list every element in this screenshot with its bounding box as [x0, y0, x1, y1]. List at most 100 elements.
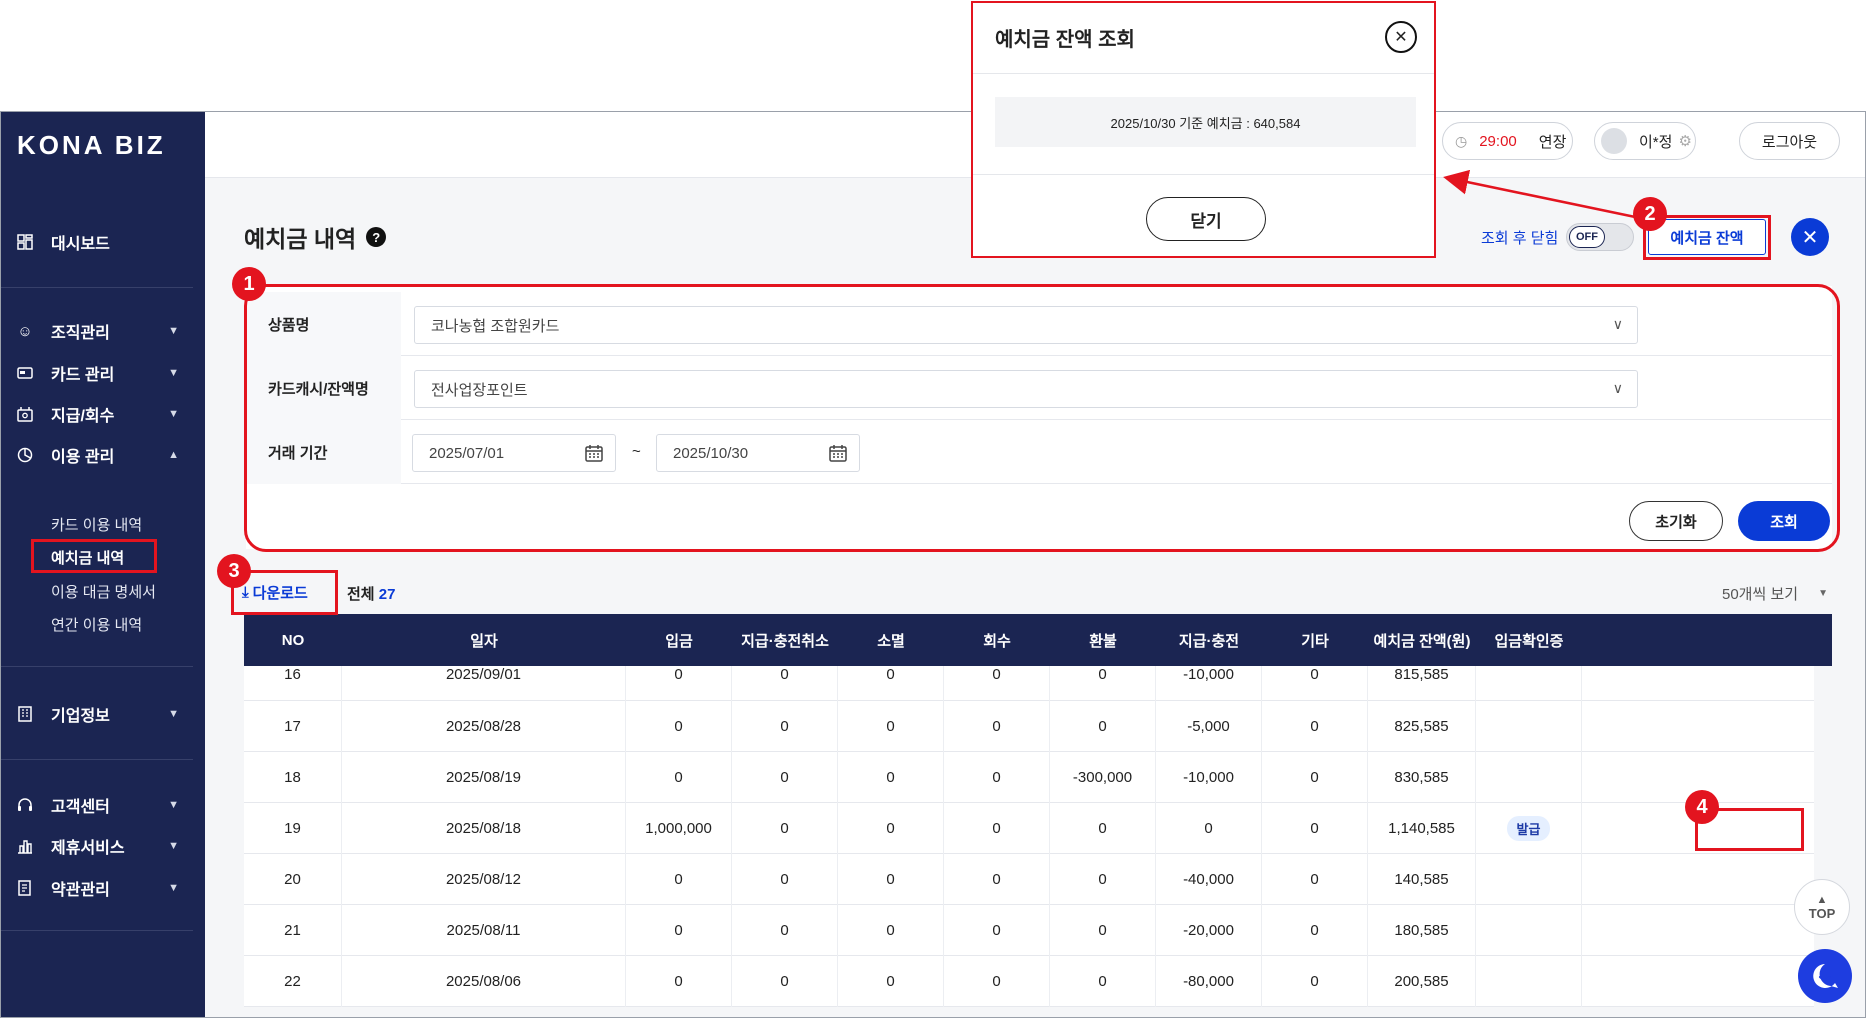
logout-button[interactable]: 로그아웃: [1739, 122, 1840, 160]
sidebar-label: 제휴서비스: [51, 840, 125, 857]
divider: [973, 73, 1434, 74]
table-cell: 20: [244, 854, 342, 905]
table-cell: 21: [244, 905, 342, 956]
divider: [1, 759, 193, 760]
user-name: 이*정: [1639, 133, 1673, 151]
divider: [1, 287, 193, 288]
sidebar-subitem-annual-usage[interactable]: 연간 이용 내역: [51, 614, 142, 635]
sidebar-item-dashboard[interactable]: 대시보드: [1, 224, 193, 260]
table-cell: 0: [626, 701, 732, 752]
sidebar-label: 약관관리: [51, 882, 110, 899]
extend-button[interactable]: 연장: [1539, 131, 1567, 152]
table-cell: 0: [838, 956, 944, 1007]
column-header: 지급·충전: [1178, 632, 1240, 650]
column-header: 회수: [983, 632, 1011, 650]
session-timer: ◷ 29:00 연장: [1442, 122, 1573, 160]
table-cell: [1476, 752, 1582, 803]
page-size-value: 50개씩 보기: [1722, 586, 1799, 603]
page-size-select[interactable]: 50개씩 보기 ▼: [1722, 583, 1828, 604]
table-cell: 0: [944, 803, 1050, 854]
table-cell: 0: [732, 854, 838, 905]
sidebar-item-organization[interactable]: ☺ 조직관리 ▼: [1, 313, 193, 349]
gear-icon[interactable]: ⚙: [1678, 132, 1691, 150]
sidebar-label: 카드 관리: [51, 367, 115, 384]
table-cell: 0: [626, 905, 732, 956]
marker-4: 4: [1685, 790, 1719, 824]
headset-icon: [15, 796, 35, 814]
issue-certificate-button[interactable]: 발급: [1506, 816, 1551, 841]
modal-close-button[interactable]: 닫기: [1146, 197, 1266, 241]
sidebar-item-payment[interactable]: 지급/회수 ▼: [1, 396, 193, 432]
total-label: 전체: [347, 586, 375, 603]
table-cell: 발급: [1476, 803, 1582, 854]
clock-icon: ◷: [1455, 132, 1468, 149]
table-cell: 0: [732, 666, 838, 701]
table-cell: 0: [1262, 666, 1368, 701]
table-header: NO 일자 입금 지급·충전취소 소멸 회수 환불 지급·충전 기타 예치금 잔액(원) 입금확인증: [244, 614, 1832, 666]
table-cell: [1476, 854, 1582, 905]
total-count: 전체 27: [347, 583, 395, 604]
table-row: 22 2025/08/06 0 0 0 0 0 -80,000 0 200,585: [244, 956, 1814, 1007]
table-cell: 0: [1050, 956, 1156, 1007]
sidebar-item-card[interactable]: 카드 관리 ▼: [1, 355, 193, 391]
terms-icon: [15, 879, 35, 897]
table-cell: 2025/08/19: [342, 752, 626, 803]
table-cell: -10,000: [1156, 666, 1262, 701]
close-icon[interactable]: ✕: [1791, 218, 1829, 256]
table-cell: 0: [732, 752, 838, 803]
table-cell: 2025/08/18: [342, 803, 626, 854]
table-cell: 2025/08/06: [342, 956, 626, 1007]
divider: [1, 930, 193, 931]
marker-3: 3: [217, 554, 251, 588]
sidebar-item-customer-center[interactable]: 고객센터 ▼: [1, 787, 193, 823]
table-cell: 0: [838, 854, 944, 905]
table-cell: 0: [838, 803, 944, 854]
page-title: 예치금 내역: [244, 226, 357, 252]
divider: [973, 174, 1434, 175]
toggle-state: OFF: [1569, 226, 1605, 248]
payment-icon: [15, 405, 35, 423]
card-icon: [15, 364, 35, 382]
table-cell: 0: [1050, 666, 1156, 701]
sidebar-label: 이용 관리: [51, 449, 115, 466]
close-after-search-toggle[interactable]: OFF: [1566, 223, 1634, 251]
top-label: TOP: [1808, 905, 1836, 921]
table-cell: [1476, 956, 1582, 1007]
sidebar-subitem-card-usage[interactable]: 카드 이용 내역: [51, 514, 142, 535]
table-cell: 0: [732, 905, 838, 956]
table-cell: 0: [944, 666, 1050, 701]
organization-icon: ☺: [17, 322, 33, 340]
column-header: 일자: [470, 632, 498, 650]
balance-message: 2025/10/30 기준 예치금 : 640,584: [995, 97, 1416, 147]
close-icon[interactable]: ✕: [1385, 21, 1417, 53]
sidebar-item-terms[interactable]: 약관관리 ▼: [1, 870, 193, 906]
table-cell: 0: [1156, 803, 1262, 854]
table-cell: -40,000: [1156, 854, 1262, 905]
table-cell: 180,585: [1368, 905, 1476, 956]
annotation-box-sidebar: [31, 539, 157, 573]
user-menu[interactable]: 이*정 ⚙: [1594, 122, 1696, 160]
help-icon[interactable]: ?: [366, 227, 387, 247]
column-header: 기타: [1301, 632, 1329, 650]
usage-icon: [15, 446, 35, 464]
sidebar-item-company[interactable]: 기업정보 ▼: [1, 696, 193, 732]
table-cell: 200,585: [1368, 956, 1476, 1007]
chevron-up-icon: ▲: [168, 449, 179, 461]
sidebar-item-partner[interactable]: 제휴서비스 ▼: [1, 828, 193, 864]
sidebar-subitem-statement[interactable]: 이용 대금 명세서: [51, 581, 156, 602]
table-cell: 0: [1262, 752, 1368, 803]
logo: KONA BIZ: [17, 129, 166, 160]
sidebar-label: 조직관리: [51, 325, 110, 342]
scroll-top-button[interactable]: ▲ TOP: [1794, 879, 1850, 935]
chat-button[interactable]: [1798, 949, 1852, 1003]
table-cell: -300,000: [1050, 752, 1156, 803]
toggle-label: 조회 후 닫힘: [1481, 230, 1559, 247]
deposit-balance-modal: 예치금 잔액 조회 ✕ 2025/10/30 기준 예치금 : 640,584 …: [971, 1, 1436, 258]
table-cell: 0: [626, 666, 732, 701]
table-cell: 0: [944, 701, 1050, 752]
table-cell: 0: [944, 854, 1050, 905]
table-cell: 0: [838, 701, 944, 752]
chevron-down-icon: ▼: [168, 882, 179, 894]
sidebar-item-usage[interactable]: 이용 관리 ▲: [1, 437, 193, 473]
chevron-down-icon: ▼: [168, 325, 179, 337]
